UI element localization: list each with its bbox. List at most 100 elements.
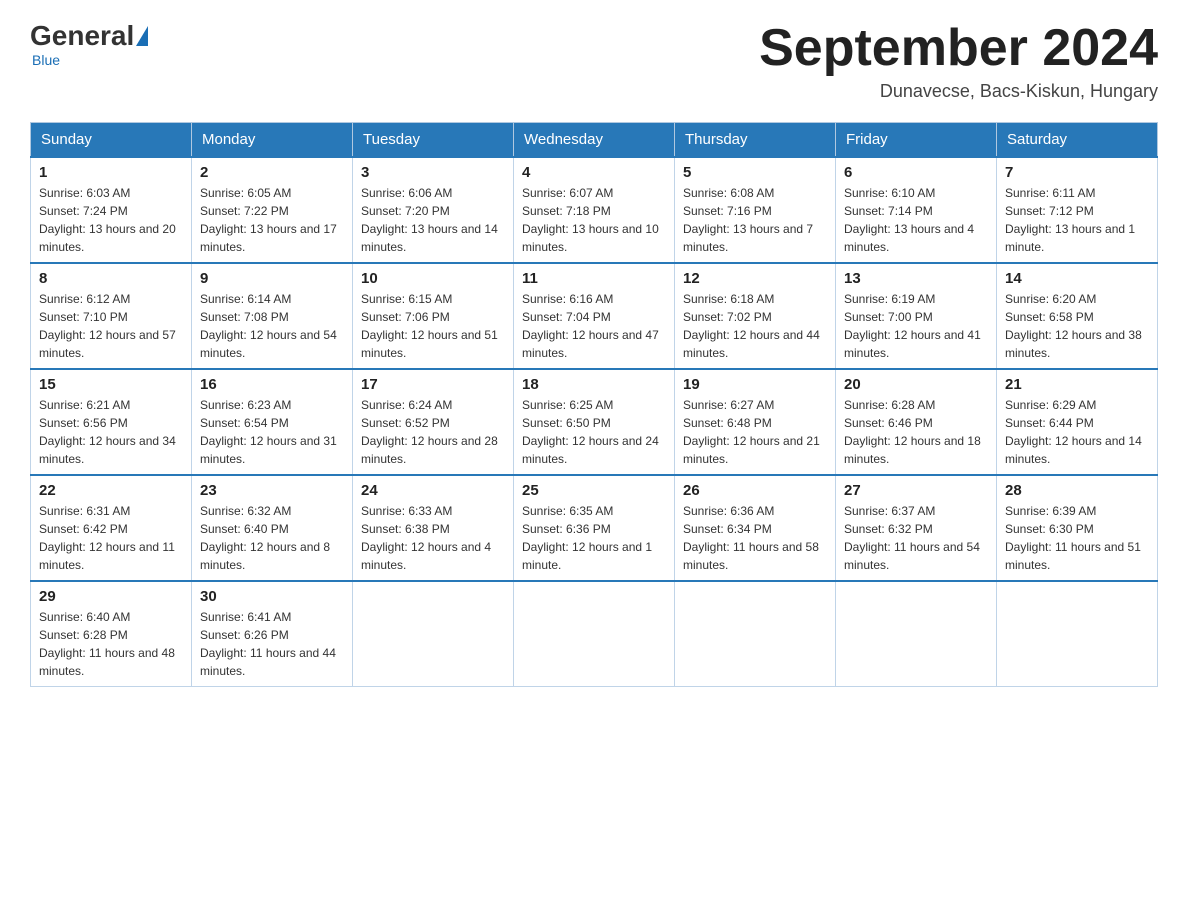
calendar-day-cell	[997, 581, 1158, 687]
day-info: Sunrise: 6:27 AM Sunset: 6:48 PM Dayligh…	[683, 396, 827, 468]
day-number: 13	[844, 270, 988, 287]
day-info: Sunrise: 6:23 AM Sunset: 6:54 PM Dayligh…	[200, 396, 344, 468]
day-number: 18	[522, 376, 666, 393]
calendar-header-row: SundayMondayTuesdayWednesdayThursdayFrid…	[31, 123, 1158, 158]
day-number: 23	[200, 482, 344, 499]
calendar-week-row: 22 Sunrise: 6:31 AM Sunset: 6:42 PM Dayli…	[31, 475, 1158, 581]
location-text: Dunavecse, Bacs-Kiskun, Hungary	[759, 81, 1158, 102]
calendar-day-cell	[353, 581, 514, 687]
day-number: 20	[844, 376, 988, 393]
calendar-header-friday: Friday	[836, 123, 997, 158]
calendar-day-cell: 29 Sunrise: 6:40 AM Sunset: 6:28 PM Dayli…	[31, 581, 192, 687]
day-number: 30	[200, 588, 344, 605]
logo-triangle-icon	[136, 26, 148, 46]
day-info: Sunrise: 6:24 AM Sunset: 6:52 PM Dayligh…	[361, 396, 505, 468]
day-info: Sunrise: 6:33 AM Sunset: 6:38 PM Dayligh…	[361, 502, 505, 574]
day-info: Sunrise: 6:10 AM Sunset: 7:14 PM Dayligh…	[844, 184, 988, 256]
day-number: 12	[683, 270, 827, 287]
day-number: 25	[522, 482, 666, 499]
calendar-week-row: 1 Sunrise: 6:03 AM Sunset: 7:24 PM Daylig…	[31, 157, 1158, 263]
day-number: 3	[361, 164, 505, 181]
calendar-day-cell: 8Sunrise: 6:12 AM Sunset: 7:10 PM Daylig…	[31, 263, 192, 369]
day-info: Sunrise: 6:28 AM Sunset: 6:46 PM Dayligh…	[844, 396, 988, 468]
calendar-day-cell: 24 Sunrise: 6:33 AM Sunset: 6:38 PM Dayli…	[353, 475, 514, 581]
calendar-day-cell: 12 Sunrise: 6:18 AM Sunset: 7:02 PM Dayli…	[675, 263, 836, 369]
calendar-week-row: 8Sunrise: 6:12 AM Sunset: 7:10 PM Daylig…	[31, 263, 1158, 369]
day-number: 17	[361, 376, 505, 393]
day-info: Sunrise: 6:21 AM Sunset: 6:56 PM Dayligh…	[39, 396, 183, 468]
day-number: 4	[522, 164, 666, 181]
day-info: Sunrise: 6:14 AM Sunset: 7:08 PM Dayligh…	[200, 290, 344, 362]
calendar-header-wednesday: Wednesday	[514, 123, 675, 158]
day-info: Sunrise: 6:07 AM Sunset: 7:18 PM Dayligh…	[522, 184, 666, 256]
day-number: 21	[1005, 376, 1149, 393]
calendar-day-cell: 21 Sunrise: 6:29 AM Sunset: 6:44 PM Dayli…	[997, 369, 1158, 475]
day-number: 19	[683, 376, 827, 393]
calendar-day-cell: 11Sunrise: 6:16 AM Sunset: 7:04 PM Dayli…	[514, 263, 675, 369]
day-info: Sunrise: 6:18 AM Sunset: 7:02 PM Dayligh…	[683, 290, 827, 362]
calendar-day-cell: 2Sunrise: 6:05 AM Sunset: 7:22 PM Daylig…	[192, 157, 353, 263]
calendar-week-row: 15 Sunrise: 6:21 AM Sunset: 6:56 PM Dayli…	[31, 369, 1158, 475]
calendar-day-cell: 1 Sunrise: 6:03 AM Sunset: 7:24 PM Daylig…	[31, 157, 192, 263]
calendar-day-cell: 7 Sunrise: 6:11 AM Sunset: 7:12 PM Daylig…	[997, 157, 1158, 263]
day-number: 5	[683, 164, 827, 181]
calendar-day-cell: 4 Sunrise: 6:07 AM Sunset: 7:18 PM Daylig…	[514, 157, 675, 263]
day-info: Sunrise: 6:32 AM Sunset: 6:40 PM Dayligh…	[200, 502, 344, 574]
day-info: Sunrise: 6:11 AM Sunset: 7:12 PM Dayligh…	[1005, 184, 1149, 256]
calendar-day-cell: 13Sunrise: 6:19 AM Sunset: 7:00 PM Dayli…	[836, 263, 997, 369]
day-number: 7	[1005, 164, 1149, 181]
calendar-week-row: 29 Sunrise: 6:40 AM Sunset: 6:28 PM Dayli…	[31, 581, 1158, 687]
day-number: 27	[844, 482, 988, 499]
calendar-day-cell: 10 Sunrise: 6:15 AM Sunset: 7:06 PM Dayli…	[353, 263, 514, 369]
logo-blue-text: Blue	[32, 52, 60, 68]
calendar-day-cell	[514, 581, 675, 687]
day-info: Sunrise: 6:20 AM Sunset: 6:58 PM Dayligh…	[1005, 290, 1149, 362]
calendar-day-cell	[675, 581, 836, 687]
calendar-day-cell: 9 Sunrise: 6:14 AM Sunset: 7:08 PM Daylig…	[192, 263, 353, 369]
day-number: 11	[522, 270, 666, 287]
day-info: Sunrise: 6:40 AM Sunset: 6:28 PM Dayligh…	[39, 608, 183, 680]
calendar-header-tuesday: Tuesday	[353, 123, 514, 158]
day-number: 10	[361, 270, 505, 287]
day-info: Sunrise: 6:15 AM Sunset: 7:06 PM Dayligh…	[361, 290, 505, 362]
month-title: September 2024	[759, 20, 1158, 77]
calendar-day-cell: 25 Sunrise: 6:35 AM Sunset: 6:36 PM Dayli…	[514, 475, 675, 581]
calendar-day-cell: 6Sunrise: 6:10 AM Sunset: 7:14 PM Daylig…	[836, 157, 997, 263]
day-info: Sunrise: 6:39 AM Sunset: 6:30 PM Dayligh…	[1005, 502, 1149, 574]
day-info: Sunrise: 6:29 AM Sunset: 6:44 PM Dayligh…	[1005, 396, 1149, 468]
logo-general-text: General	[30, 20, 134, 52]
day-info: Sunrise: 6:03 AM Sunset: 7:24 PM Dayligh…	[39, 184, 183, 256]
day-number: 22	[39, 482, 183, 499]
calendar-header-thursday: Thursday	[675, 123, 836, 158]
day-number: 26	[683, 482, 827, 499]
day-number: 24	[361, 482, 505, 499]
calendar-day-cell: 16 Sunrise: 6:23 AM Sunset: 6:54 PM Dayli…	[192, 369, 353, 475]
calendar-day-cell: 28Sunrise: 6:39 AM Sunset: 6:30 PM Dayli…	[997, 475, 1158, 581]
calendar-day-cell: 26 Sunrise: 6:36 AM Sunset: 6:34 PM Dayli…	[675, 475, 836, 581]
logo: General Blue	[30, 20, 148, 70]
day-info: Sunrise: 6:35 AM Sunset: 6:36 PM Dayligh…	[522, 502, 666, 574]
day-number: 15	[39, 376, 183, 393]
day-info: Sunrise: 6:06 AM Sunset: 7:20 PM Dayligh…	[361, 184, 505, 256]
calendar-day-cell: 17 Sunrise: 6:24 AM Sunset: 6:52 PM Dayli…	[353, 369, 514, 475]
day-info: Sunrise: 6:25 AM Sunset: 6:50 PM Dayligh…	[522, 396, 666, 468]
day-info: Sunrise: 6:08 AM Sunset: 7:16 PM Dayligh…	[683, 184, 827, 256]
calendar-day-cell: 15 Sunrise: 6:21 AM Sunset: 6:56 PM Dayli…	[31, 369, 192, 475]
day-number: 8	[39, 270, 183, 287]
calendar-day-cell: 27Sunrise: 6:37 AM Sunset: 6:32 PM Dayli…	[836, 475, 997, 581]
calendar-header-monday: Monday	[192, 123, 353, 158]
day-info: Sunrise: 6:41 AM Sunset: 6:26 PM Dayligh…	[200, 608, 344, 680]
page-header: General Blue September 2024 Dunavecse, B…	[30, 20, 1158, 102]
day-number: 16	[200, 376, 344, 393]
calendar-day-cell: 5 Sunrise: 6:08 AM Sunset: 7:16 PM Daylig…	[675, 157, 836, 263]
day-number: 9	[200, 270, 344, 287]
calendar-day-cell: 30 Sunrise: 6:41 AM Sunset: 6:26 PM Dayli…	[192, 581, 353, 687]
calendar-header-sunday: Sunday	[31, 123, 192, 158]
day-number: 1	[39, 164, 183, 181]
day-info: Sunrise: 6:31 AM Sunset: 6:42 PM Dayligh…	[39, 502, 183, 574]
day-number: 29	[39, 588, 183, 605]
calendar-day-cell: 18 Sunrise: 6:25 AM Sunset: 6:50 PM Dayli…	[514, 369, 675, 475]
day-info: Sunrise: 6:36 AM Sunset: 6:34 PM Dayligh…	[683, 502, 827, 574]
calendar-day-cell	[836, 581, 997, 687]
calendar-day-cell: 20 Sunrise: 6:28 AM Sunset: 6:46 PM Dayli…	[836, 369, 997, 475]
